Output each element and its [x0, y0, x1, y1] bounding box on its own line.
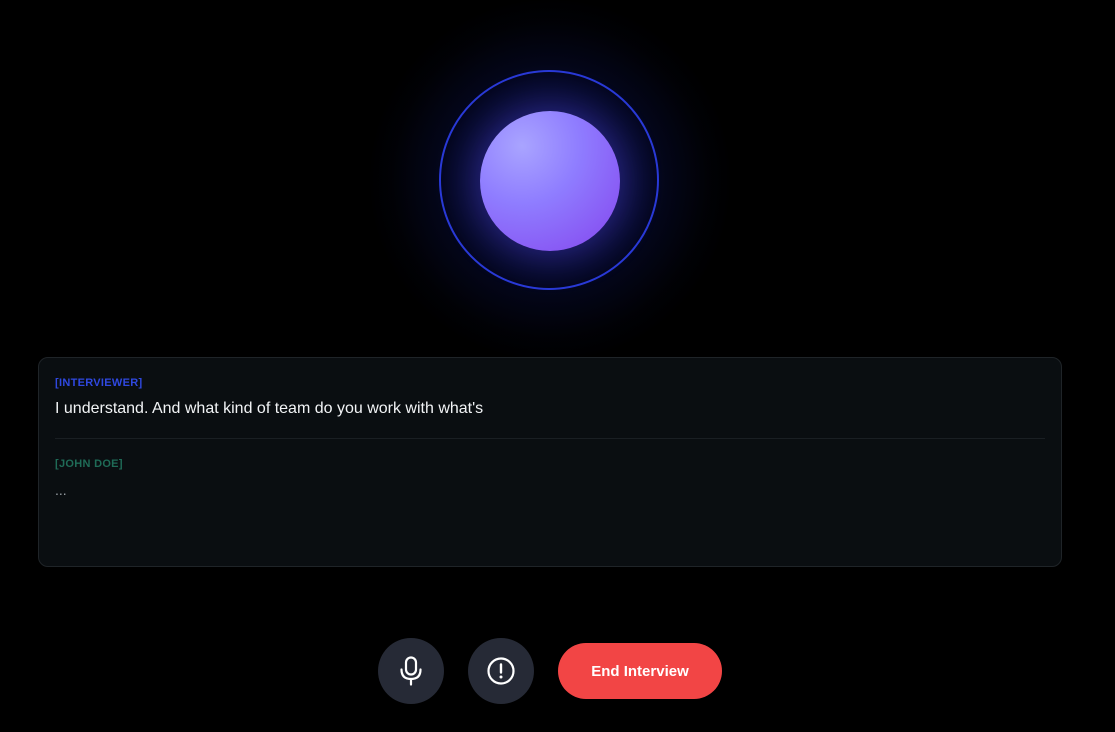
transcript-message-interviewer: [INTERVIEWER] I understand. And what kin… — [55, 376, 1045, 439]
interview-screen: [INTERVIEWER] I understand. And what kin… — [0, 0, 1115, 732]
transcript-message-candidate: [JOHN DOE] ... — [55, 439, 1045, 499]
transcript-panel: [INTERVIEWER] I understand. And what kin… — [38, 357, 1062, 567]
report-issue-button[interactable] — [468, 638, 534, 704]
speaker-label-candidate: [JOHN DOE] — [55, 458, 123, 470]
exclamation-circle-icon — [487, 657, 515, 685]
orb-core — [480, 111, 620, 251]
microphone-icon — [400, 656, 422, 686]
voice-orb — [370, 0, 730, 360]
speaker-label-interviewer: [INTERVIEWER] — [55, 377, 143, 389]
microphone-button[interactable] — [378, 638, 444, 704]
message-text-interviewer: I understand. And what kind of team do y… — [55, 400, 484, 417]
message-text-candidate: ... — [55, 482, 67, 498]
controls-bar: End Interview — [0, 638, 1115, 704]
end-interview-button[interactable]: End Interview — [558, 643, 722, 699]
